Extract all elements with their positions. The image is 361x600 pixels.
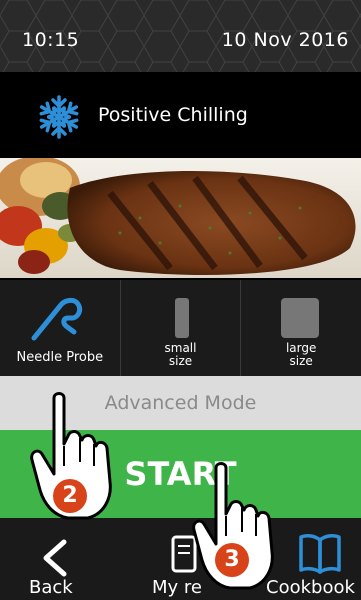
- needle-probe-icon: [31, 297, 83, 341]
- snowflake-icon: [36, 95, 82, 139]
- large-size-icon: [281, 298, 320, 338]
- small-size-label-2: size: [168, 354, 193, 368]
- chevron-left-icon: [43, 539, 67, 577]
- clock-time: 10:15: [22, 29, 80, 51]
- step-number-2: 2: [62, 483, 78, 508]
- cycle-mode-bar[interactable]: Positive Chilling: [0, 72, 361, 158]
- needle-probe-option[interactable]: Needle Probe: [0, 280, 121, 376]
- large-size-caption: large size: [241, 342, 361, 368]
- needle-probe-label: Needle Probe: [16, 350, 104, 365]
- status-bar: 10:15 10 Nov 2016: [0, 0, 361, 72]
- step-number-3: 3: [224, 547, 240, 572]
- probe-size-options: Needle Probe small size large size: [0, 280, 361, 376]
- small-size-option[interactable]: small size: [121, 280, 242, 376]
- book-icon: [299, 534, 341, 574]
- food-photo: [0, 158, 361, 278]
- large-size-label-2: size: [289, 354, 313, 368]
- clock-date: 10 Nov 2016: [221, 29, 349, 51]
- nav-back[interactable]: Back: [0, 518, 95, 600]
- small-size-caption: small size: [121, 342, 241, 368]
- large-size-option[interactable]: large size: [241, 280, 361, 376]
- bottom-nav: Back My re Cookbook: [0, 518, 361, 600]
- cycle-mode-label: Positive Chilling: [98, 104, 248, 126]
- nav-back-label: Back: [29, 577, 73, 598]
- small-size-icon: [174, 298, 189, 338]
